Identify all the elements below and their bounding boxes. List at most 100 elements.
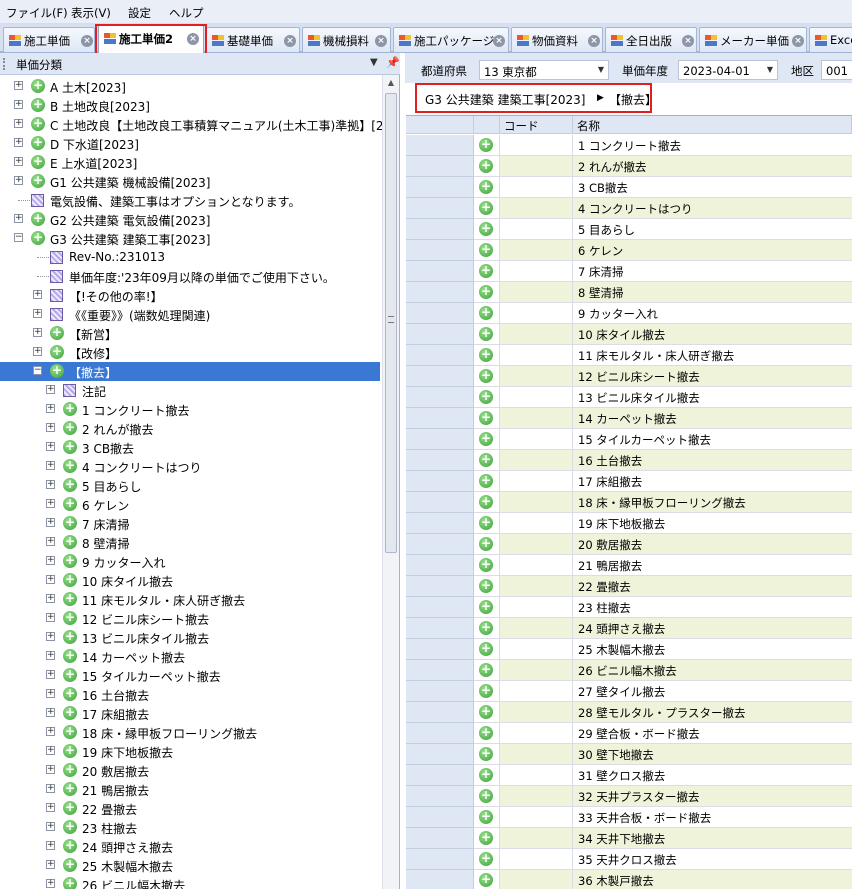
- plus-circle-icon[interactable]: +: [479, 222, 493, 236]
- tab-sekou-tanka[interactable]: 施工単価 ×: [3, 27, 95, 52]
- plus-circle-icon[interactable]: +: [479, 852, 493, 866]
- table-row[interactable]: +26 ビニル幅木撤去: [406, 660, 852, 681]
- code-cell[interactable]: [500, 324, 573, 345]
- plus-circle-icon[interactable]: +: [479, 243, 493, 257]
- row-header[interactable]: [406, 198, 474, 219]
- table-row[interactable]: +28 壁モルタル・プラスター撤去: [406, 702, 852, 723]
- row-header[interactable]: [406, 576, 474, 597]
- row-header[interactable]: [406, 702, 474, 723]
- table-row[interactable]: +35 天井クロス撤去: [406, 849, 852, 870]
- collapse-icon[interactable]: −: [14, 233, 23, 242]
- pin-icon[interactable]: 📌: [386, 56, 400, 69]
- name-cell[interactable]: 21 鴨居撤去: [573, 555, 852, 576]
- expand-icon[interactable]: +: [46, 784, 55, 793]
- code-cell[interactable]: [500, 681, 573, 702]
- tree-node[interactable]: + +19 床下地板撤去: [0, 742, 380, 761]
- expand-icon[interactable]: +: [33, 309, 42, 318]
- name-cell[interactable]: 32 天井プラスター撤去: [573, 786, 852, 807]
- tree-node[interactable]: + +11 床モルタル・床人研ぎ撤去: [0, 590, 380, 609]
- table-row[interactable]: +15 タイルカーペット撤去: [406, 429, 852, 450]
- name-cell[interactable]: 11 床モルタル・床人研ぎ撤去: [573, 345, 852, 366]
- expand-icon[interactable]: +: [33, 347, 42, 356]
- expand-icon[interactable]: +: [46, 442, 55, 451]
- table-row[interactable]: +10 床タイル撤去: [406, 324, 852, 345]
- tab-sekou-package[interactable]: 施工パッケージ ×: [393, 27, 509, 52]
- plus-circle-icon[interactable]: +: [479, 138, 493, 152]
- row-header[interactable]: [406, 471, 474, 492]
- expand-icon[interactable]: +: [46, 727, 55, 736]
- tree-node[interactable]: Rev-No.:231013: [0, 248, 380, 267]
- expand-icon[interactable]: +: [46, 423, 55, 432]
- code-cell[interactable]: [500, 219, 573, 240]
- row-header[interactable]: [406, 849, 474, 870]
- row-header[interactable]: [406, 744, 474, 765]
- row-header[interactable]: [406, 303, 474, 324]
- menu-file[interactable]: ファイル(F): [6, 5, 68, 21]
- tree-node[interactable]: + + B 土地改良[2023]: [0, 96, 380, 115]
- tree-node[interactable]: + +7 床清掃: [0, 514, 380, 533]
- tree-node[interactable]: + + A 土木[2023]: [0, 77, 380, 96]
- name-cell[interactable]: 2 れんが撤去: [573, 156, 852, 177]
- row-header[interactable]: [406, 765, 474, 786]
- row-header[interactable]: [406, 219, 474, 240]
- scroll-up-icon[interactable]: ▲: [383, 75, 399, 91]
- code-cell[interactable]: [500, 240, 573, 261]
- collapse-icon[interactable]: −: [33, 366, 42, 375]
- plus-circle-icon[interactable]: +: [479, 663, 493, 677]
- tree-node[interactable]: + +25 木製幅木撤去: [0, 856, 380, 875]
- row-header[interactable]: [406, 786, 474, 807]
- expand-icon[interactable]: +: [46, 575, 55, 584]
- table-row[interactable]: +2 れんが撤去: [406, 156, 852, 177]
- tree-node[interactable]: + +2 れんが撤去: [0, 419, 380, 438]
- row-header[interactable]: [406, 828, 474, 849]
- name-cell[interactable]: 20 敷居撤去: [573, 534, 852, 555]
- name-cell[interactable]: 10 床タイル撤去: [573, 324, 852, 345]
- expand-icon[interactable]: +: [46, 556, 55, 565]
- name-cell[interactable]: 12 ビニル床シート撤去: [573, 366, 852, 387]
- name-cell[interactable]: 7 床清掃: [573, 261, 852, 282]
- code-cell[interactable]: [500, 387, 573, 408]
- plus-circle-icon[interactable]: +: [479, 264, 493, 278]
- tab-excel[interactable]: Exce: [809, 27, 852, 52]
- row-header[interactable]: [406, 555, 474, 576]
- tab-kikai-sonryo[interactable]: 機械損料 ×: [302, 27, 391, 52]
- tree-node[interactable]: + +17 床組撤去: [0, 704, 380, 723]
- plus-circle-icon[interactable]: +: [479, 768, 493, 782]
- plus-circle-icon[interactable]: +: [479, 558, 493, 572]
- expand-icon[interactable]: +: [46, 480, 55, 489]
- tree-node[interactable]: + +18 床・縁甲板フローリング撤去: [0, 723, 380, 742]
- code-cell[interactable]: [500, 177, 573, 198]
- tree-node[interactable]: + +12 ビニル床シート撤去: [0, 609, 380, 628]
- table-row[interactable]: +1 コンクリート撤去: [406, 135, 852, 156]
- expand-icon[interactable]: +: [46, 860, 55, 869]
- tree-node[interactable]: + +10 床タイル撤去: [0, 571, 380, 590]
- tree-node[interactable]: + +5 目あらし: [0, 476, 380, 495]
- close-icon[interactable]: ×: [792, 35, 804, 47]
- expand-icon[interactable]: +: [46, 670, 55, 679]
- name-cell[interactable]: 31 壁クロス撤去: [573, 765, 852, 786]
- code-cell[interactable]: [500, 156, 573, 177]
- name-cell[interactable]: 25 木製幅木撤去: [573, 639, 852, 660]
- row-header[interactable]: [406, 723, 474, 744]
- expand-icon[interactable]: +: [14, 214, 23, 223]
- plus-circle-icon[interactable]: +: [479, 810, 493, 824]
- row-header[interactable]: [406, 261, 474, 282]
- expand-icon[interactable]: +: [14, 157, 23, 166]
- expand-icon[interactable]: +: [46, 822, 55, 831]
- tree-node[interactable]: + +8 壁清掃: [0, 533, 380, 552]
- name-cell[interactable]: 18 床・縁甲板フローリング撤去: [573, 492, 852, 513]
- table-row[interactable]: +19 床下地板撤去: [406, 513, 852, 534]
- tree-node[interactable]: + +20 敷居撤去: [0, 761, 380, 780]
- row-header[interactable]: [406, 282, 474, 303]
- row-header[interactable]: [406, 240, 474, 261]
- plus-circle-icon[interactable]: +: [479, 411, 493, 425]
- tab-zennichi-shuppan[interactable]: 全日出版 ×: [605, 27, 697, 52]
- name-cell[interactable]: 22 畳撤去: [573, 576, 852, 597]
- name-cell[interactable]: 4 コンクリートはつり: [573, 198, 852, 219]
- code-cell[interactable]: [500, 702, 573, 723]
- table-row[interactable]: +30 壁下地撤去: [406, 744, 852, 765]
- column-header-name[interactable]: 名称: [573, 116, 852, 134]
- row-header[interactable]: [406, 408, 474, 429]
- tree-node[interactable]: + + 【改修】: [0, 343, 380, 362]
- expand-icon[interactable]: +: [14, 100, 23, 109]
